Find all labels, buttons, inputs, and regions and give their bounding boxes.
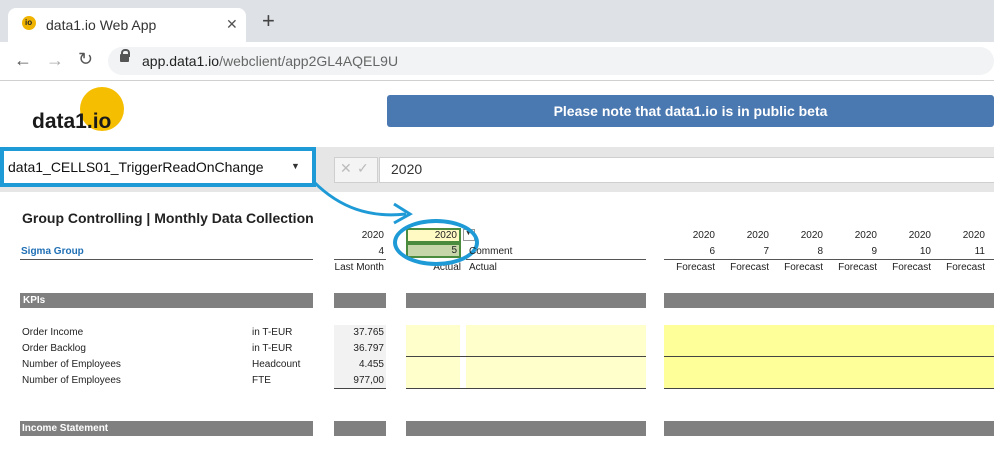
comment-underline [466,259,646,260]
cancel-icon[interactable]: ✕ [340,160,352,177]
row-divider [406,388,646,389]
annotation-arrow [312,180,413,225]
reload-icon[interactable]: ↻ [78,49,93,70]
beta-banner: Please note that data1.io is in public b… [387,95,994,127]
section-bar [664,293,994,308]
section-bar-kpis [20,293,313,308]
confirm-icon[interactable]: ✓ [357,160,369,177]
forecast-label: Forecast [946,262,985,273]
row-value: 4.455 [358,359,384,370]
forecast-year: 2020 [908,230,931,241]
row-value: 36.797 [353,343,384,354]
row-divider [334,388,386,389]
row-divider [664,356,994,357]
forecast-label: Forecast [838,262,877,273]
name-box-value: data1_CELLS01_TriggerReadOnChange [8,159,264,175]
row-unit: Headcount [252,359,301,370]
last-month-underline [334,259,386,260]
forecast-month: 6 [709,246,715,257]
last-month-label: Last Month [334,262,384,273]
url-path: /webclient/app2GL4AQEL9U [219,53,399,69]
row-divider [664,388,994,389]
formula-value: 2020 [391,161,423,177]
tab-title: data1.io Web App [46,17,157,33]
forecast-month: 11 [974,246,985,257]
last-month-month: 4 [378,246,384,257]
lock-icon [120,54,129,62]
section-bar [664,421,994,436]
row-unit: in T-EUR [252,343,293,354]
row-name: Number of Employees [22,359,121,370]
header-underline [20,259,313,260]
forecast-year: 2020 [692,230,715,241]
back-icon[interactable]: ← [14,50,32,71]
row-value: 37.765 [353,327,384,338]
comment-sub: Actual [469,262,497,273]
forecast-year: 2020 [962,230,985,241]
forecast-year: 2020 [854,230,877,241]
url-domain: app.data1.io [142,53,220,69]
forecast-year: 2020 [800,230,823,241]
entity-label[interactable]: Sigma Group [21,246,84,257]
url-text: app.data1.io/webclient/app2GL4AQEL9U [142,53,398,69]
chevron-down-icon[interactable]: ▼ [291,161,300,171]
row-name: Order Income [22,327,84,338]
section-bar [334,421,386,436]
row-unit: in T-EUR [252,327,293,338]
section-title-kpis: KPIs [23,295,46,306]
forecast-month: 10 [919,246,931,257]
close-tab-icon[interactable]: ✕ [226,16,238,33]
section-bar [334,293,386,308]
comment-label: Comment [469,246,513,257]
forecast-headers: 2020 6 Forecast 2020 7 Forecast 2020 8 F… [664,228,994,278]
formula-input[interactable] [379,157,994,183]
new-tab-icon[interactable]: + [262,10,275,32]
forecast-underline [664,259,994,260]
forecast-year: 2020 [746,230,769,241]
favicon-text: io [25,18,33,27]
section-title-income: Income Statement [22,423,109,434]
forecast-label: Forecast [676,262,715,273]
section-bar [406,293,646,308]
forecast-month: 8 [817,246,823,257]
last-month-year: 2020 [361,230,384,241]
forecast-label: Forecast [730,262,769,273]
section-bar [406,421,646,436]
sheet-title: Group Controlling | Monthly Data Collect… [22,210,314,226]
forecast-label: Forecast [892,262,931,273]
row-divider [406,356,646,357]
row-name: Order Backlog [22,343,86,354]
row-name: Number of Employees [22,375,121,386]
logo: data1.io [32,110,112,133]
forecast-month: 7 [763,246,769,257]
row-value: 977,00 [353,375,384,386]
row-unit: FTE [252,375,271,386]
forward-icon[interactable]: → [46,50,64,71]
forecast-month: 9 [871,246,877,257]
forecast-label: Forecast [784,262,823,273]
